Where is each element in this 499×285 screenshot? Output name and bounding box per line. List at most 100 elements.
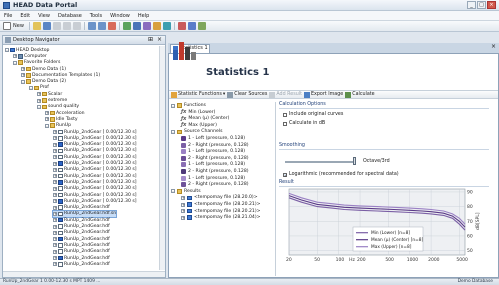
tree-item[interactable]: + RunUp_2ndGear.hdf	[53, 261, 110, 267]
calculate-icon	[345, 91, 352, 98]
folder-icon	[26, 66, 31, 72]
save-icon[interactable]	[42, 22, 51, 30]
collapse-icon[interactable]: -	[171, 129, 175, 134]
expand-icon[interactable]: +	[53, 211, 57, 216]
expand-icon[interactable]: +	[53, 230, 57, 235]
collapse-icon[interactable]: -	[5, 48, 9, 53]
database-icon[interactable]	[132, 22, 141, 30]
expand-icon[interactable]: +	[53, 180, 57, 185]
redo-icon[interactable]	[97, 22, 106, 30]
maximize-icon[interactable]: □	[477, 1, 486, 9]
expand-icon[interactable]: +	[53, 256, 57, 261]
menu-edit[interactable]: Edit	[20, 13, 30, 19]
expand-icon[interactable]: +	[53, 186, 57, 191]
calculate-db-checkbox[interactable]	[283, 121, 287, 126]
collapse-icon[interactable]: -	[171, 189, 175, 194]
open-icon[interactable]	[32, 22, 41, 30]
expand-icon[interactable]: +	[37, 92, 41, 97]
expand-icon[interactable]: +	[53, 142, 57, 147]
expand-icon[interactable]: +	[53, 218, 57, 223]
menu-file[interactable]: File	[4, 13, 12, 19]
statistic-functions-button[interactable]: Statistic Functions ▾	[171, 91, 225, 98]
clear-sources-button[interactable]: Clear Sources	[227, 91, 267, 98]
analysis-icon[interactable]	[142, 22, 151, 30]
expand-icon[interactable]: +	[181, 202, 185, 207]
vertical-scrollbar[interactable]	[159, 46, 165, 270]
file-icon	[58, 236, 63, 242]
result-item[interactable]: + <tempomay file (28.21.04)>	[181, 214, 261, 221]
expand-icon[interactable]: +	[53, 161, 57, 166]
expand-icon[interactable]: +	[53, 237, 57, 242]
horizontal-scrollbar[interactable]	[3, 271, 165, 277]
close-icon[interactable]: ×	[487, 1, 496, 9]
logarithmic-checkbox[interactable]: ✓	[283, 172, 287, 177]
menu-database[interactable]: Database	[58, 13, 82, 19]
expand-icon[interactable]: +	[53, 249, 57, 254]
menu-tools[interactable]: Tools	[90, 13, 102, 19]
close-document-icon[interactable]: ×	[491, 43, 496, 50]
menu-help[interactable]: Help	[138, 13, 149, 19]
collapse-icon[interactable]: -	[37, 104, 41, 109]
expand-icon[interactable]: +	[13, 54, 17, 59]
collapse-icon[interactable]: -	[29, 85, 33, 90]
expand-icon[interactable]: +	[53, 148, 57, 153]
y-axis-label: dB[SPL]	[475, 212, 481, 230]
expand-icon[interactable]: +	[53, 224, 57, 229]
paste-icon[interactable]	[72, 22, 81, 30]
collapse-icon[interactable]: -	[21, 79, 25, 84]
pin-icon[interactable]: ⊞	[148, 36, 153, 43]
record-icon[interactable]	[177, 22, 186, 30]
new-icon[interactable]	[3, 22, 11, 30]
expand-icon[interactable]: +	[53, 167, 57, 172]
collapse-icon[interactable]: -	[171, 103, 175, 108]
filter-icon[interactable]	[152, 22, 161, 30]
expand-icon[interactable]: +	[45, 117, 49, 122]
expand-icon[interactable]: +	[53, 136, 57, 141]
expand-icon[interactable]: +	[53, 193, 57, 198]
smoothing-slider[interactable]	[353, 157, 356, 165]
expand-icon[interactable]: +	[53, 174, 57, 179]
options-panel: Calculation Options Include original cur…	[279, 102, 498, 276]
calculate-button[interactable]: Calculate	[345, 91, 375, 98]
collapse-icon[interactable]: -	[45, 123, 49, 128]
expand-icon[interactable]: +	[53, 130, 57, 135]
expand-icon[interactable]: +	[53, 205, 57, 210]
expand-icon[interactable]: +	[21, 73, 25, 78]
expand-icon[interactable]: +	[45, 111, 49, 116]
copy-icon[interactable]	[62, 22, 71, 30]
file-icon	[58, 192, 63, 198]
navigator-icon	[5, 37, 11, 43]
delete-icon[interactable]	[107, 22, 116, 30]
undo-icon[interactable]	[87, 22, 96, 30]
expand-icon[interactable]: +	[53, 199, 57, 204]
play-icon[interactable]	[187, 22, 196, 30]
calculate-db-option[interactable]: Calculate in dB	[283, 121, 325, 126]
cut-icon[interactable]	[52, 22, 61, 30]
logarithmic-option[interactable]: ✓ Logarithmic (recommended for spectral …	[283, 172, 399, 177]
collapse-icon[interactable]: -	[13, 60, 17, 65]
smoothing-slider-track	[285, 161, 355, 163]
refresh-icon[interactable]	[122, 22, 131, 30]
expand-icon[interactable]: +	[53, 155, 57, 160]
expand-icon[interactable]: +	[181, 195, 185, 200]
report-icon[interactable]	[162, 22, 171, 30]
main-toolbar: New	[0, 21, 499, 32]
add-result-button[interactable]: Add Result	[269, 91, 302, 98]
expand-icon[interactable]: +	[181, 215, 185, 220]
expand-icon[interactable]: +	[181, 209, 185, 214]
include-original-checkbox[interactable]	[283, 112, 287, 117]
file-icon	[58, 211, 63, 217]
expand-icon[interactable]: +	[53, 262, 57, 267]
new-button-label[interactable]: New	[13, 23, 24, 29]
close-panel-icon[interactable]: ×	[157, 36, 162, 43]
expand-icon[interactable]: +	[37, 98, 41, 103]
expand-icon[interactable]: +	[21, 67, 25, 72]
include-original-option[interactable]: Include original curves	[283, 112, 343, 117]
tools-icon[interactable]	[197, 22, 206, 30]
export-image-button[interactable]: Export Image	[303, 91, 343, 98]
expand-icon[interactable]: +	[53, 243, 57, 248]
minimize-icon[interactable]: _	[467, 1, 476, 9]
menu-view[interactable]: View	[38, 13, 50, 19]
statistics-toolbar: Statistic Functions ▾ Clear Sources Add …	[169, 90, 498, 99]
menu-window[interactable]: Window	[110, 13, 130, 19]
